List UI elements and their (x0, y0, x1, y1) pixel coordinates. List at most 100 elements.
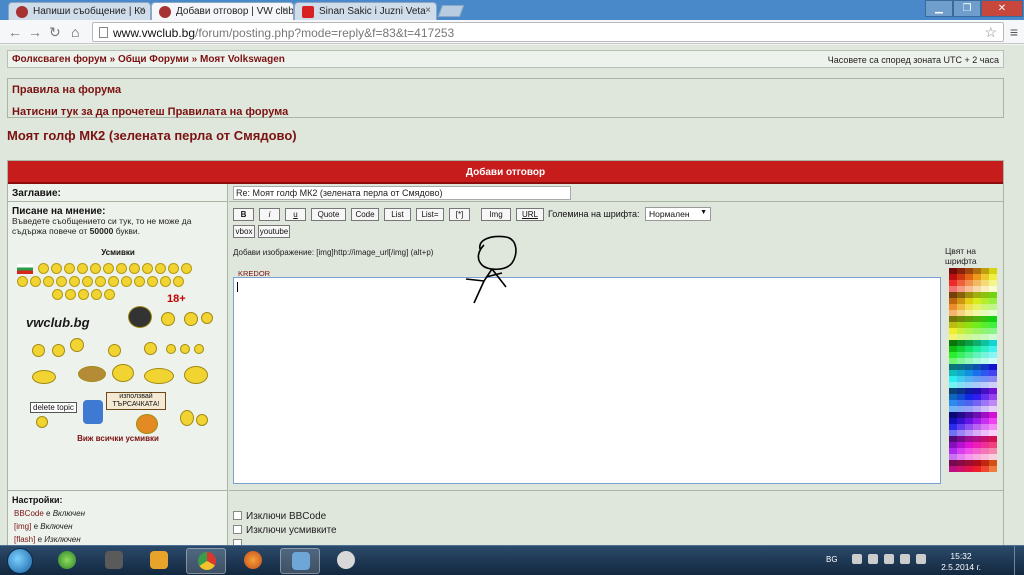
smiley-icon[interactable] (77, 263, 89, 274)
tab-close-icon[interactable]: × (425, 5, 431, 16)
tab-compose[interactable]: Напиши съобщение | Ко × (8, 2, 151, 20)
color-swatch[interactable] (949, 466, 957, 472)
smiley-icon[interactable] (112, 364, 134, 382)
list-button[interactable]: List (384, 208, 411, 221)
minimize-button[interactable]: ▁ (925, 0, 953, 17)
vwclub-logo[interactable]: vwclub.bg (26, 315, 90, 330)
smiley-icon[interactable] (52, 344, 65, 357)
smiley-icon[interactable] (129, 263, 141, 274)
reaper-smiley-icon[interactable] (128, 306, 152, 328)
new-tab-button[interactable] (437, 5, 465, 17)
smiley-icon[interactable] (201, 312, 213, 324)
smiley-icon[interactable] (166, 344, 176, 354)
tab-close-icon[interactable]: × (139, 5, 145, 16)
bulgarian-flag-icon[interactable] (17, 263, 33, 274)
smiley-icon[interactable] (155, 263, 167, 274)
address-bar[interactable]: www.vwclub.bg/forum/posting.php?mode=rep… (92, 22, 1004, 42)
volume-icon[interactable] (916, 554, 926, 564)
smiley-icon[interactable] (168, 263, 180, 274)
quote-button[interactable]: Quote (311, 208, 346, 221)
tray-app-icon[interactable] (868, 554, 878, 564)
bold-button[interactable]: B (233, 208, 254, 221)
smiley-icon[interactable] (184, 366, 208, 384)
smiley-icon[interactable] (103, 263, 115, 274)
search-sign-smiley[interactable]: използвай ТЪРСАЧКАТА! (106, 392, 166, 410)
tab-close-icon[interactable]: × (282, 5, 288, 16)
forward-icon[interactable]: → (28, 24, 42, 40)
taskbar-media-center[interactable] (47, 548, 87, 574)
smiley-icon[interactable] (51, 263, 63, 274)
smiley-group-icon[interactable] (144, 368, 174, 384)
smiley-icon[interactable] (147, 276, 158, 287)
disable-smilies-option[interactable]: Изключи усмивките (233, 525, 337, 536)
smiley-icon[interactable] (78, 289, 90, 300)
smiley-icon[interactable] (181, 263, 193, 274)
smiley-icon[interactable] (180, 344, 190, 354)
smiley-icon[interactable] (95, 276, 106, 287)
underline-button[interactable]: u (285, 208, 306, 221)
delete-topic-smiley[interactable]: delete topic (30, 402, 77, 413)
maximize-button[interactable]: ❐ (953, 0, 981, 17)
smiley-icon[interactable] (65, 289, 77, 300)
smiley-icon[interactable] (69, 276, 80, 287)
color-swatch[interactable] (981, 466, 989, 472)
smiley-icon[interactable] (161, 312, 175, 326)
smiley-icon[interactable] (184, 312, 198, 326)
taskbar-firefox[interactable] (233, 548, 273, 574)
font-size-select[interactable]: Нормален ▼ (645, 207, 711, 221)
img-button[interactable]: Img (481, 208, 511, 221)
color-swatch[interactable] (965, 466, 973, 472)
smiley-icon[interactable] (194, 344, 204, 354)
smiley-icon[interactable] (91, 289, 103, 300)
smiley-icon[interactable] (144, 342, 157, 355)
close-window-button[interactable]: ✕ (981, 0, 1023, 17)
youtube-button[interactable]: youtube (258, 225, 290, 238)
smiley-icon[interactable] (116, 263, 128, 274)
see-all-smilies-link[interactable]: Виж всички усмивки (8, 434, 228, 443)
back-icon[interactable]: ← (8, 24, 22, 40)
subject-input[interactable] (233, 186, 571, 200)
smiley-icon[interactable] (43, 276, 54, 287)
smiley-icon[interactable] (121, 276, 132, 287)
breadcrumb-link-general[interactable]: Общи Форуми (118, 54, 189, 65)
smiley-icon[interactable] (104, 289, 116, 300)
smiley-icon[interactable] (30, 276, 41, 287)
smiley-icon[interactable] (56, 276, 67, 287)
bookmark-star-icon[interactable]: ☆ (984, 24, 997, 41)
smiley-icon[interactable] (70, 338, 84, 352)
breadcrumb-link-my-vw[interactable]: Моят Volkswagen (200, 54, 285, 65)
taskbar-paint[interactable] (326, 548, 366, 574)
smiley-icon[interactable] (142, 263, 154, 274)
smiley-icon[interactable] (38, 263, 50, 274)
smiley-icon[interactable] (180, 410, 194, 426)
smiley-icon[interactable] (36, 416, 48, 428)
show-desktop-button[interactable] (1014, 546, 1024, 575)
url-button[interactable]: URL (516, 208, 544, 221)
list-item-button[interactable]: [*] (449, 208, 470, 221)
checkbox[interactable] (233, 525, 242, 534)
smiley-icon[interactable] (136, 414, 158, 434)
breadcrumb-link-home[interactable]: Фолксваген форум (12, 54, 107, 65)
start-button[interactable] (7, 548, 33, 574)
smiley-group-icon[interactable] (32, 370, 56, 384)
taskbar-chrome[interactable] (186, 548, 226, 574)
taskbar-media-player[interactable] (139, 548, 179, 574)
clock[interactable]: 15:32 2.5.2014 г. (936, 551, 986, 573)
message-textarea[interactable] (233, 277, 941, 484)
smiley-icon[interactable] (108, 276, 119, 287)
color-swatch[interactable] (973, 466, 981, 472)
tray-app-icon[interactable] (852, 554, 862, 564)
tab-reply[interactable]: Добави отговор | VW club × (151, 2, 294, 20)
language-indicator[interactable]: BG (826, 555, 838, 564)
setting-name[interactable]: BBCode (14, 509, 44, 518)
reload-icon[interactable]: ↻ (49, 24, 61, 41)
smiley-icon[interactable] (90, 263, 102, 274)
home-icon[interactable]: ⌂ (71, 24, 79, 40)
smiley-icon[interactable] (17, 276, 28, 287)
smiley-icon[interactable] (160, 276, 171, 287)
network-icon[interactable] (900, 554, 910, 564)
age-18-badge[interactable]: 18+ (167, 293, 186, 305)
smiley-icon[interactable] (52, 289, 64, 300)
checkbox[interactable] (233, 511, 242, 520)
italic-button[interactable]: i (259, 208, 280, 221)
